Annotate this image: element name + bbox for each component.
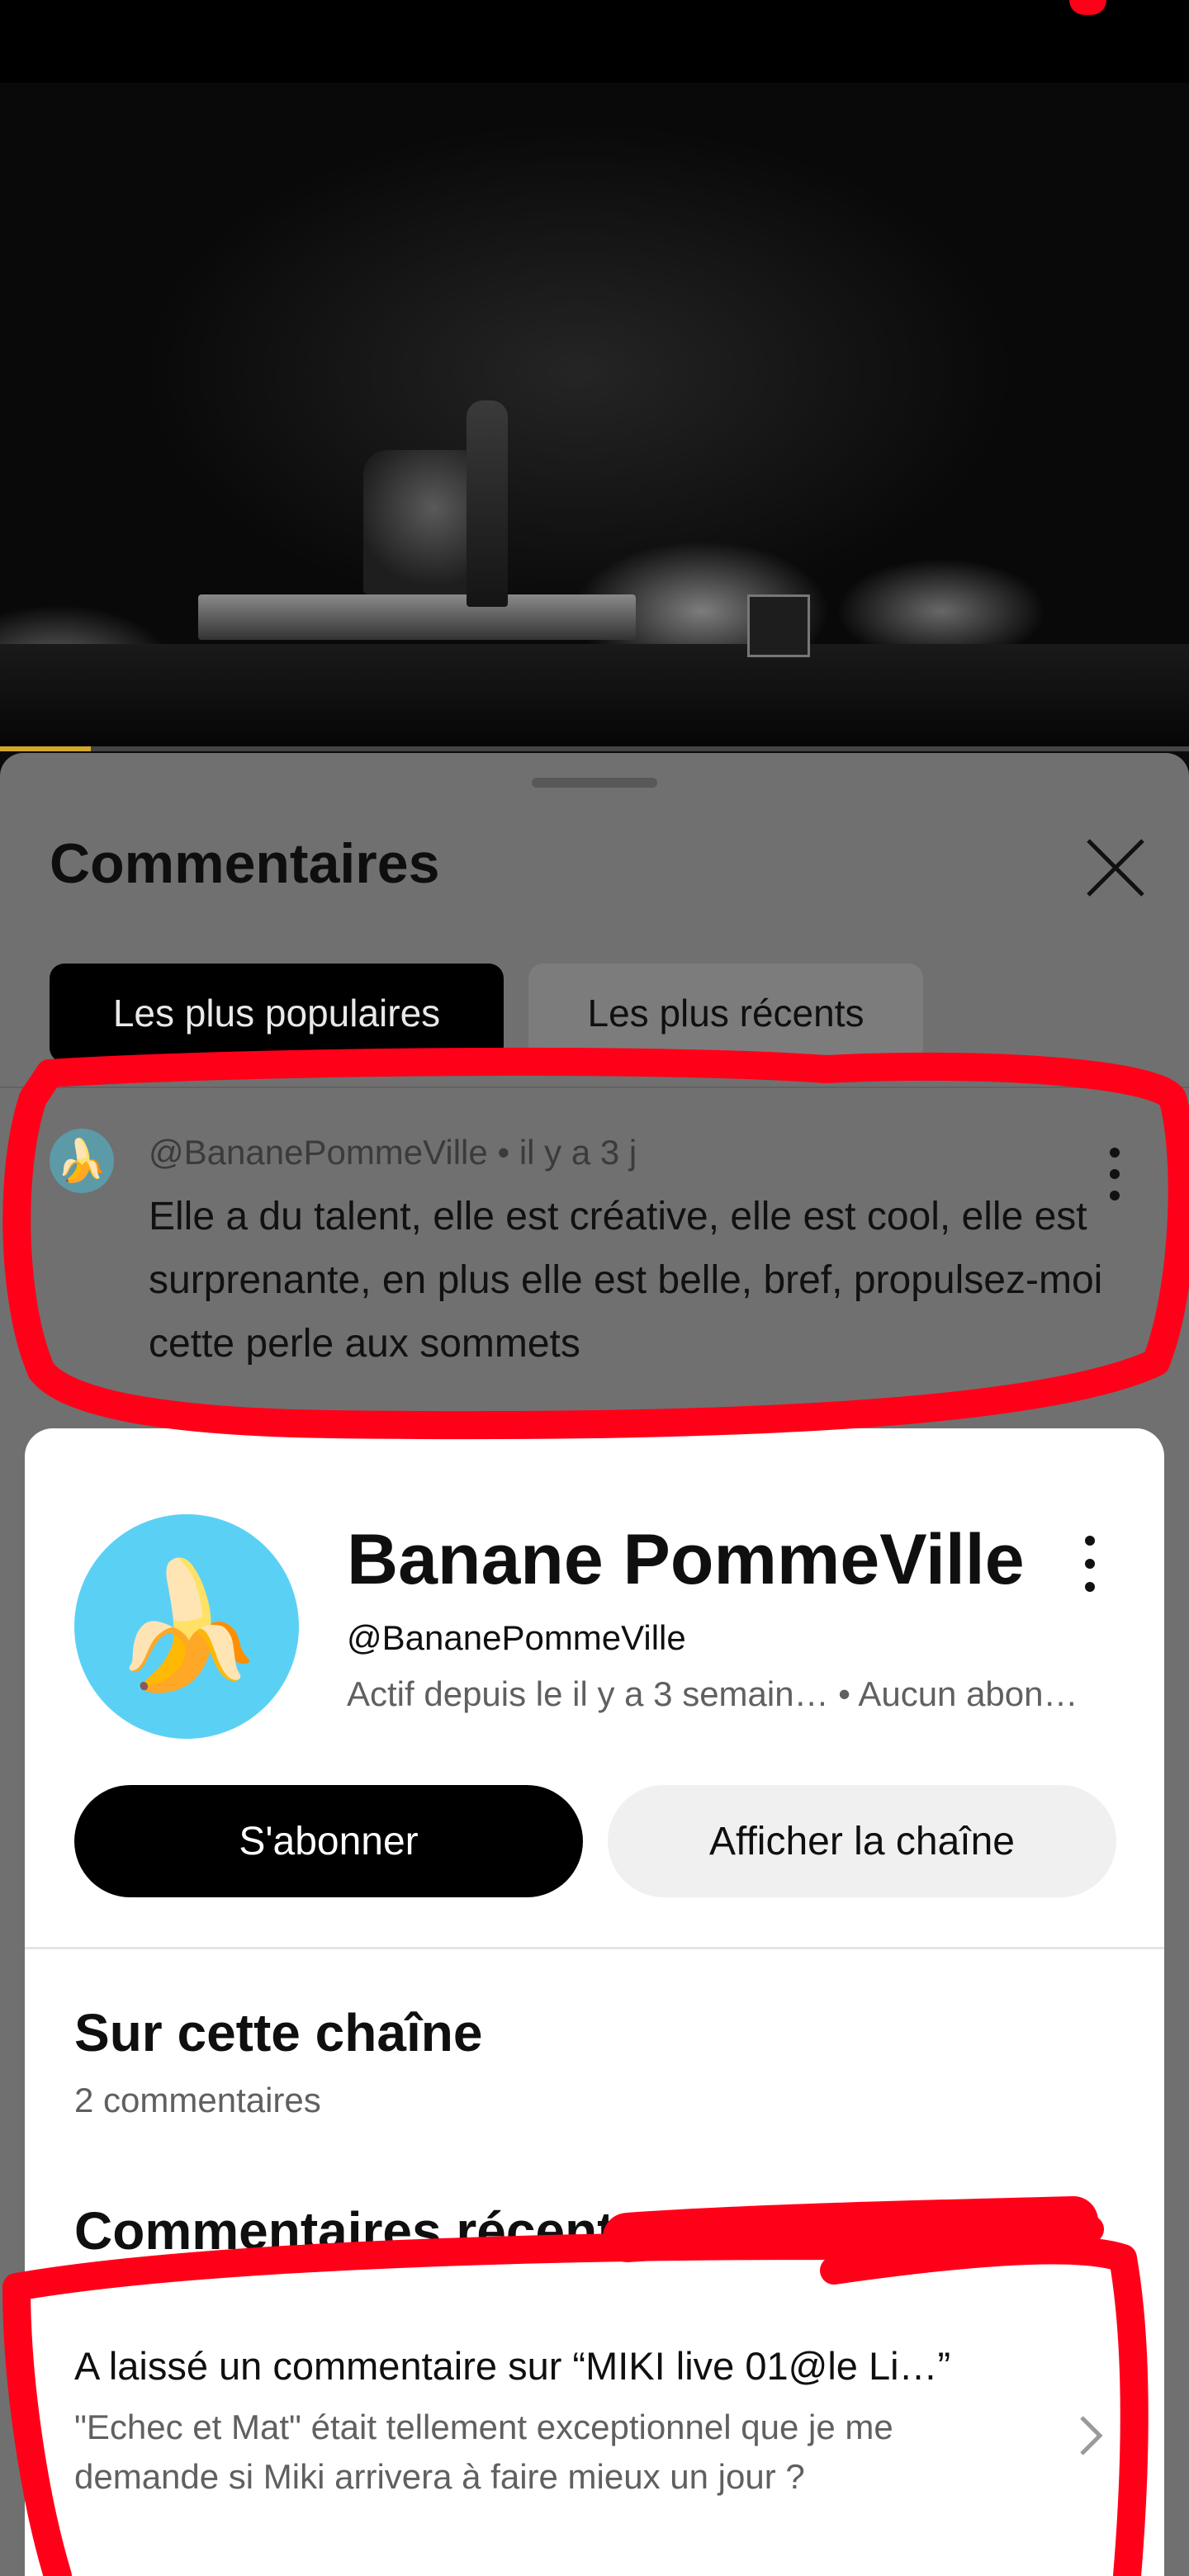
comment-time: il y a 3 j	[519, 1133, 637, 1172]
comment-count: 2 commentaires	[74, 2081, 321, 2119]
view-channel-button[interactable]: Afficher la chaîne	[608, 1785, 1116, 1897]
recent-comment-headline[interactable]: A laissé un commentaire sur “MIKI live 0…	[74, 2343, 950, 2389]
banana-icon: 🍌	[55, 1137, 108, 1184]
subscribe-button[interactable]: S'abonner	[74, 1785, 583, 1897]
meta-separator: •	[497, 1133, 519, 1172]
recent-comment-snippet[interactable]: "Echec et Mat" était tellement exception…	[74, 2403, 1024, 2502]
video-player[interactable]	[0, 0, 1189, 751]
close-icon[interactable]	[1082, 834, 1149, 902]
channel-info: Actif depuis le il y a 3 semain… • Aucun…	[347, 1674, 1078, 1713]
more-vert-icon[interactable]	[1073, 1531, 1106, 1597]
chip-most-recent[interactable]: Les plus récents	[528, 964, 923, 1063]
channel-avatar[interactable]: 🍌	[74, 1514, 299, 1739]
channel-card: 🍌 Banane PommeVille @BananePommeVille Ac…	[25, 1428, 1164, 2576]
channel-handle: @BananePommeVille	[347, 1618, 686, 1657]
stage-floor	[0, 644, 1189, 751]
performer	[467, 400, 508, 607]
chip-most-popular[interactable]: Les plus populaires	[50, 964, 504, 1063]
stage-amp	[747, 594, 810, 657]
comment-author[interactable]: @BananePommeVille	[149, 1133, 488, 1172]
drum-riser	[198, 594, 636, 640]
status-bar-area	[0, 0, 1189, 83]
video-progress-track[interactable]	[0, 746, 1189, 751]
video-progress-fill	[0, 746, 91, 751]
divider	[25, 1947, 1164, 1949]
comment-text: Elle a du talent, elle est créative, ell…	[149, 1195, 1103, 1366]
comment-meta: @BananePommeVille • il y a 3 j	[149, 1133, 637, 1172]
divider	[0, 1087, 1189, 1088]
drag-handle[interactable]	[532, 778, 657, 788]
section-title: Sur cette chaîne	[74, 2003, 483, 2062]
chevron-right-icon[interactable]	[1073, 2411, 1106, 2460]
commenter-avatar[interactable]: 🍌	[50, 1129, 114, 1193]
recent-comments-title: Commentaires récents	[74, 2201, 645, 2261]
banana-icon: 🍌	[109, 1556, 264, 1695]
more-vert-icon[interactable]	[1100, 1141, 1130, 1207]
channel-name: Banane PommeVille	[347, 1520, 1025, 1599]
comments-title: Commentaires	[50, 832, 440, 895]
